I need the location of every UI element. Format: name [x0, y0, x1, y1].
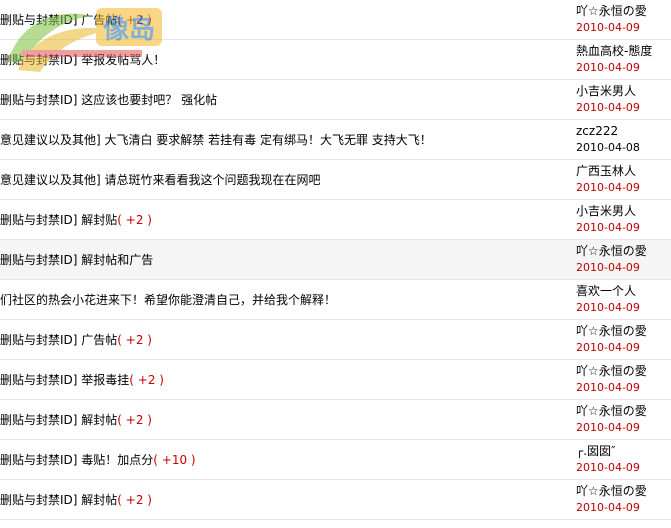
thread-title: 删贴与封禁ID] 解封帖和广告: [0, 252, 153, 268]
thread-points: ( +2 ): [117, 13, 152, 27]
thread-title: 意见建议以及其他] 大飞清白 要求解禁 若挂有毒 定有绑马！大飞无罪 支持大飞！: [0, 132, 432, 148]
thread-meta: 吖☆永恒の愛 2010-04-09: [576, 404, 671, 435]
thread-title: 删贴与封禁ID] 解封贴( +2 ): [0, 212, 152, 228]
thread-title-link[interactable]: 删贴与封禁ID] 举报发帖骂人！: [0, 53, 165, 67]
thread-title-link[interactable]: 删贴与封禁ID] 广告帖: [0, 333, 117, 347]
thread-meta: 吖☆永恒の愛 2010-04-09: [576, 484, 671, 515]
thread-row: 删贴与封禁ID] 解封帖( +2 ) 吖☆永恒の愛 2010-04-09: [0, 480, 671, 520]
thread-date: 2010-04-09: [576, 341, 640, 354]
thread-author[interactable]: 喜欢一个人: [576, 284, 671, 299]
thread-meta: 吖☆永恒の愛 2010-04-09: [576, 324, 671, 355]
thread-author[interactable]: 吖☆永恒の愛: [576, 244, 671, 259]
thread-date: 2010-04-09: [576, 501, 640, 514]
thread-title: 删贴与封禁ID] 举报毒挂( +2 ): [0, 372, 164, 388]
thread-title-link[interactable]: 删贴与封禁ID] 解封帖和广告: [0, 253, 153, 267]
thread-meta: 小吉米男人 2010-04-09: [576, 84, 671, 115]
thread-points: ( +2 ): [117, 213, 152, 227]
thread-title: 意见建议以及其他] 请总斑竹来看看我这个问题我现在在网吧: [0, 172, 321, 188]
thread-date: 2010-04-09: [576, 381, 640, 394]
thread-date: 2010-04-09: [576, 61, 640, 74]
thread-title-link[interactable]: 删贴与封禁ID] 解封贴: [0, 213, 117, 227]
thread-title: 删贴与封禁ID] 解封帖( +2 ): [0, 412, 152, 428]
thread-date: 2010-04-09: [576, 21, 640, 34]
thread-row: 删贴与封禁ID] 举报发帖骂人！ 熱血高校-態度 2010-04-09: [0, 40, 671, 80]
thread-points: ( +10 ): [153, 453, 196, 467]
thread-date: 2010-04-09: [576, 301, 640, 314]
thread-date: 2010-04-09: [576, 101, 640, 114]
thread-row: 删贴与封禁ID] 广告帖( +2 ) 吖☆永恒の愛 2010-04-09: [0, 0, 671, 40]
thread-title-link[interactable]: 删贴与封禁ID] 广告帖: [0, 13, 117, 27]
thread-list: 删贴与封禁ID] 广告帖( +2 ) 吖☆永恒の愛 2010-04-09 删贴与封禁I…: [0, 0, 671, 520]
thread-points: ( +2 ): [117, 333, 152, 347]
thread-row: 删贴与封禁ID] 毒贴！加点分( +10 ) ┌.囡囡″ 2010-04-09: [0, 440, 671, 480]
thread-row: 意见建议以及其他] 大飞清白 要求解禁 若挂有毒 定有绑马！大飞无罪 支持大飞！…: [0, 120, 671, 160]
thread-title-link[interactable]: 删贴与封禁ID] 毒贴！加点分: [0, 453, 153, 467]
thread-author[interactable]: 吖☆永恒の愛: [576, 484, 671, 499]
thread-date: 2010-04-09: [576, 421, 640, 434]
thread-points: ( +2 ): [117, 493, 152, 507]
thread-author[interactable]: 广西玉林人: [576, 164, 671, 179]
thread-points: ( +2 ): [129, 373, 164, 387]
thread-meta: 熱血高校-態度 2010-04-09: [576, 44, 671, 75]
thread-author[interactable]: 吖☆永恒の愛: [576, 404, 671, 419]
thread-meta: zcz222 2010-04-08: [576, 124, 671, 155]
thread-title-link[interactable]: 意见建议以及其他] 大飞清白 要求解禁 若挂有毒 定有绑马！大飞无罪 支持大飞！: [0, 133, 432, 147]
thread-title: 删贴与封禁ID] 这应该也要封吧？ 强化帖: [0, 92, 217, 108]
thread-title: 删贴与封禁ID] 解封帖( +2 ): [0, 492, 152, 508]
thread-points: ( +2 ): [117, 413, 152, 427]
thread-meta: 小吉米男人 2010-04-09: [576, 204, 671, 235]
thread-row: 删贴与封禁ID] 广告帖( +2 ) 吖☆永恒の愛 2010-04-09: [0, 320, 671, 360]
thread-author[interactable]: 吖☆永恒の愛: [576, 364, 671, 379]
thread-meta: 吖☆永恒の愛 2010-04-09: [576, 4, 671, 35]
thread-row: 删贴与封禁ID] 解封帖和广告 吖☆永恒の愛 2010-04-09: [0, 240, 671, 280]
thread-row: 删贴与封禁ID] 这应该也要封吧？ 强化帖 小吉米男人 2010-04-09: [0, 80, 671, 120]
thread-row: 们社区的热会小花进来下！希望你能澄清自己，并给我个解释！ 喜欢一个人 2010-04…: [0, 280, 671, 320]
thread-author[interactable]: 小吉米男人: [576, 204, 671, 219]
thread-row: 删贴与封禁ID] 举报毒挂( +2 ) 吖☆永恒の愛 2010-04-09: [0, 360, 671, 400]
thread-meta: 广西玉林人 2010-04-09: [576, 164, 671, 195]
thread-title: 删贴与封禁ID] 广告帖( +2 ): [0, 12, 152, 28]
thread-row: 删贴与封禁ID] 解封帖( +2 ) 吖☆永恒の愛 2010-04-09: [0, 400, 671, 440]
thread-title: 删贴与封禁ID] 广告帖( +2 ): [0, 332, 152, 348]
thread-author[interactable]: 小吉米男人: [576, 84, 671, 99]
thread-date: 2010-04-08: [576, 141, 640, 154]
thread-title-link[interactable]: 删贴与封禁ID] 这应该也要封吧？ 强化帖: [0, 93, 217, 107]
thread-author[interactable]: 吖☆永恒の愛: [576, 4, 671, 19]
thread-title: 们社区的热会小花进来下！希望你能澄清自己，并给我个解释！: [0, 292, 336, 308]
thread-meta: ┌.囡囡″ 2010-04-09: [576, 444, 671, 475]
thread-date: 2010-04-09: [576, 461, 640, 474]
thread-author[interactable]: 熱血高校-態度: [576, 44, 671, 59]
thread-date: 2010-04-09: [576, 261, 640, 274]
thread-meta: 喜欢一个人 2010-04-09: [576, 284, 671, 315]
thread-row: 删贴与封禁ID] 解封贴( +2 ) 小吉米男人 2010-04-09: [0, 200, 671, 240]
thread-author[interactable]: ┌.囡囡″: [576, 444, 671, 459]
thread-title: 删贴与封禁ID] 举报发帖骂人！: [0, 52, 165, 68]
thread-meta: 吖☆永恒の愛 2010-04-09: [576, 364, 671, 395]
thread-title-link[interactable]: 们社区的热会小花进来下！希望你能澄清自己，并给我个解释！: [0, 293, 336, 307]
thread-author[interactable]: zcz222: [576, 124, 671, 139]
thread-row: 意见建议以及其他] 请总斑竹来看看我这个问题我现在在网吧 广西玉林人 2010-04…: [0, 160, 671, 200]
thread-title-link[interactable]: 意见建议以及其他] 请总斑竹来看看我这个问题我现在在网吧: [0, 173, 321, 187]
thread-title-link[interactable]: 删贴与封禁ID] 解封帖: [0, 413, 117, 427]
thread-meta: 吖☆永恒の愛 2010-04-09: [576, 244, 671, 275]
thread-date: 2010-04-09: [576, 181, 640, 194]
thread-author[interactable]: 吖☆永恒の愛: [576, 324, 671, 339]
thread-title-link[interactable]: 删贴与封禁ID] 解封帖: [0, 493, 117, 507]
thread-title-link[interactable]: 删贴与封禁ID] 举报毒挂: [0, 373, 129, 387]
thread-title: 删贴与封禁ID] 毒贴！加点分( +10 ): [0, 452, 196, 468]
thread-date: 2010-04-09: [576, 221, 640, 234]
